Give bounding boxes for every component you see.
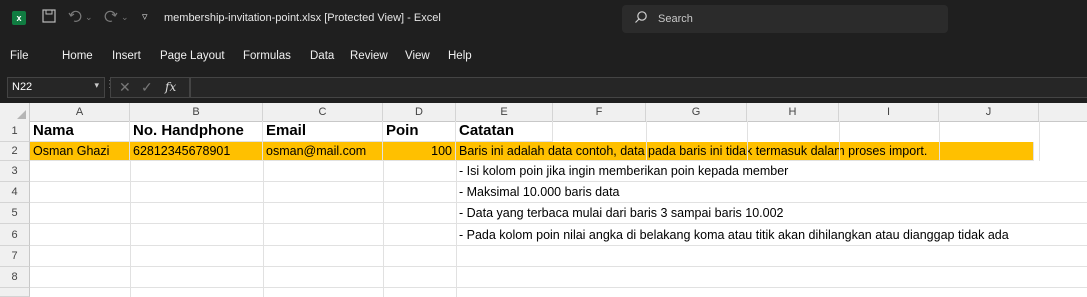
menu-review[interactable]: Review: [350, 50, 388, 62]
col-header-d[interactable]: D: [383, 103, 456, 121]
gridlines: [30, 121, 1087, 297]
redo-dropdown-icon[interactable]: ⌄: [121, 12, 129, 23]
title-bar: x ⌄ ⌄ ▿ membership-invitation-point.xlsx…: [0, 0, 1087, 38]
menu-view[interactable]: View: [405, 50, 430, 62]
cancel-icon[interactable]: ✕: [119, 79, 131, 96]
column-headers: A B C D E F G H I J: [0, 103, 1087, 122]
col-header-a[interactable]: A: [30, 103, 130, 121]
enter-icon[interactable]: ✓: [141, 79, 153, 96]
col-header-k[interactable]: [1039, 103, 1087, 121]
search-box[interactable]: Search: [622, 5, 948, 33]
customize-toolbar-icon[interactable]: ▿: [142, 10, 148, 23]
menu-insert[interactable]: Insert: [112, 50, 141, 62]
ribbon-tabs: File Home Insert Page Layout Formulas Da…: [0, 40, 1087, 72]
menu-page-layout[interactable]: Page Layout: [160, 50, 225, 62]
chevron-down-icon[interactable]: ▾: [94, 80, 99, 91]
menu-help[interactable]: Help: [448, 50, 472, 62]
row-header-7[interactable]: 7: [0, 246, 30, 267]
col-header-b[interactable]: B: [130, 103, 263, 121]
formula-input[interactable]: [190, 77, 1087, 98]
col-header-c[interactable]: C: [263, 103, 383, 121]
col-header-e[interactable]: E: [456, 103, 553, 121]
menu-file[interactable]: File: [10, 50, 29, 62]
function-icon[interactable]: fx: [165, 80, 176, 94]
formula-buttons: ✕ ✓ fx: [110, 77, 190, 98]
redo-icon[interactable]: [104, 9, 118, 26]
window-title: membership-invitation-point.xlsx [Protec…: [164, 12, 441, 24]
row-header-2[interactable]: 2: [0, 142, 30, 161]
spreadsheet-grid: A B C D E F G H I J 1 2 3 4 5 6 7 8 Nama…: [0, 103, 1087, 297]
menu-formulas[interactable]: Formulas: [243, 50, 291, 62]
col-header-g[interactable]: G: [646, 103, 747, 121]
col-header-j[interactable]: J: [939, 103, 1039, 121]
undo-icon[interactable]: [68, 9, 82, 26]
menu-home[interactable]: Home: [62, 50, 93, 62]
undo-dropdown-icon[interactable]: ⌄: [85, 12, 93, 23]
search-placeholder: Search: [658, 13, 693, 25]
row-header-3[interactable]: 3: [0, 161, 30, 182]
col-header-f[interactable]: F: [553, 103, 646, 121]
search-icon: [634, 10, 648, 24]
col-header-i[interactable]: I: [839, 103, 939, 121]
row-header-5[interactable]: 5: [0, 203, 30, 224]
row-header-4[interactable]: 4: [0, 182, 30, 203]
row-header-8[interactable]: 8: [0, 267, 30, 288]
select-all-button[interactable]: [0, 103, 30, 121]
name-box[interactable]: N22 ▾: [7, 77, 105, 98]
col-header-h[interactable]: H: [747, 103, 839, 121]
save-icon[interactable]: [42, 9, 56, 26]
row-header-1[interactable]: 1: [0, 121, 30, 142]
select-all-icon: [17, 110, 26, 119]
row-header-6[interactable]: 6: [0, 224, 30, 246]
menu-data[interactable]: Data: [310, 50, 334, 62]
excel-logo-icon: x: [12, 11, 26, 25]
formula-bar: N22 ▾ ⋮ ✕ ✓ fx: [0, 76, 1087, 98]
row-header-9[interactable]: [0, 288, 30, 297]
cell-reference: N22: [12, 81, 33, 93]
